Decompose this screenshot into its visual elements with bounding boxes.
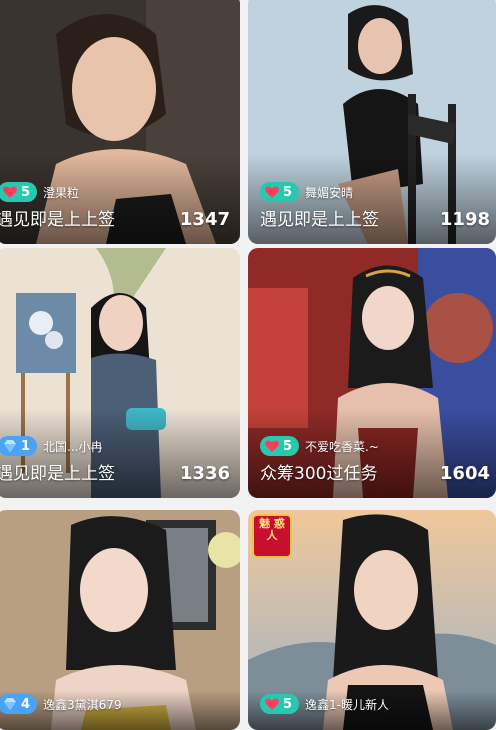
heart-icon — [265, 186, 279, 198]
level-pill: 5 — [260, 694, 300, 714]
level-pill: 5 — [260, 436, 300, 456]
level-number: 5 — [283, 696, 293, 712]
tag-row: 5 澄果粒 — [0, 182, 79, 202]
level-number: 5 — [283, 184, 293, 200]
stream-card[interactable]: 5 不爱吃香菜.~ 众筹300过任务 1604 — [248, 248, 496, 498]
stream-title: 遇见即是上上签 — [0, 210, 115, 230]
viewer-count: 1336 — [179, 463, 230, 484]
stream-card[interactable]: 魅 惑 人 5 逸鑫1-暖儿新人 — [248, 510, 496, 730]
stream-title: 遇见即是上上签 — [260, 210, 379, 230]
username: 不爱吃香菜.~ — [305, 439, 379, 454]
viewer-count: 1198 — [439, 209, 490, 230]
tag-row: 1 北国...小冉 — [0, 436, 103, 456]
tag-row: 5 逸鑫1-暖儿新人 — [260, 694, 389, 714]
username: 逸鑫3黛淇679 — [43, 697, 122, 712]
tag-row: 5 不爱吃香菜.~ — [260, 436, 379, 456]
stream-card[interactable]: 4 逸鑫3黛淇679 — [0, 510, 240, 730]
corner-badge: 魅 惑 人 — [252, 514, 292, 558]
username: 北国...小冉 — [43, 439, 103, 454]
level-pill: 5 — [260, 182, 300, 202]
tag-row: 4 逸鑫3黛淇679 — [0, 694, 122, 714]
level-pill: 1 — [0, 436, 38, 456]
heart-icon — [265, 698, 279, 710]
stream-card[interactable]: 5 舞媚安晴 遇见即是上上签 1198 — [248, 0, 496, 244]
stream-card[interactable]: 5 澄果粒 遇见即是上上签 1347 — [0, 0, 240, 244]
stream-title: 众筹300过任务 — [260, 464, 378, 484]
stream-card[interactable]: 1 北国...小冉 遇见即是上上签 1336 — [0, 248, 240, 498]
heart-icon — [3, 186, 17, 198]
viewer-count: 1347 — [179, 209, 230, 230]
stream-title: 遇见即是上上签 — [0, 464, 115, 484]
diamond-icon — [4, 698, 16, 710]
diamond-icon — [4, 440, 16, 452]
level-number: 1 — [21, 438, 31, 454]
tag-row: 5 舞媚安晴 — [260, 182, 353, 202]
level-number: 5 — [21, 184, 31, 200]
heart-icon — [265, 440, 279, 452]
username: 澄果粒 — [43, 185, 80, 200]
level-number: 4 — [21, 696, 31, 712]
username: 舞媚安晴 — [305, 185, 354, 200]
level-number: 5 — [283, 438, 293, 454]
viewer-count: 1604 — [439, 463, 490, 484]
corner-badge-text: 魅 惑 人 — [259, 517, 285, 542]
level-pill: 4 — [0, 694, 38, 714]
level-pill: 5 — [0, 182, 38, 202]
username: 逸鑫1-暖儿新人 — [305, 697, 390, 712]
